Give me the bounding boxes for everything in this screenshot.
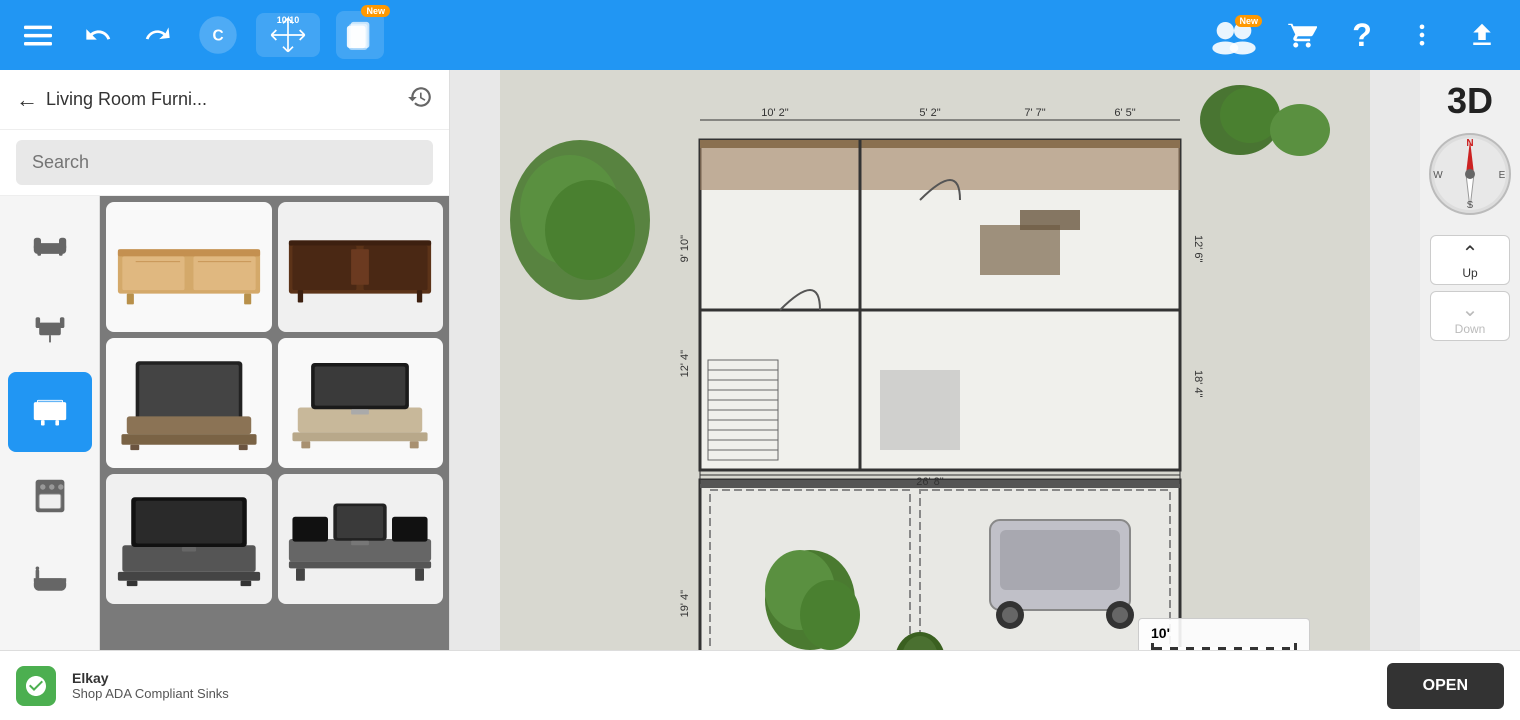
svg-text:10' 2": 10' 2" bbox=[761, 107, 789, 119]
search-input[interactable] bbox=[16, 140, 433, 185]
panel-header: ← Living Room Furni... bbox=[0, 70, 449, 130]
svg-text:19' 4": 19' 4" bbox=[679, 590, 691, 618]
left-panel: ← Living Room Furni... bbox=[0, 70, 450, 720]
item-card-5[interactable] bbox=[106, 474, 272, 604]
back-button[interactable]: ← bbox=[16, 87, 38, 113]
right-controls: 3D E W N S ⌃ Up ⌄ bbox=[1420, 70, 1520, 720]
svg-text:26' 8": 26' 8" bbox=[916, 476, 944, 488]
svg-text:S: S bbox=[1467, 200, 1474, 211]
history-button[interactable] bbox=[407, 84, 433, 116]
snap-button[interactable]: C bbox=[196, 13, 240, 57]
community-badge: New bbox=[1235, 15, 1262, 27]
upload-button[interactable] bbox=[1460, 13, 1504, 57]
item-card-4[interactable] bbox=[278, 338, 444, 468]
up-label: Up bbox=[1462, 266, 1477, 280]
item-card-3[interactable] bbox=[106, 338, 272, 468]
new-snap-button[interactable]: New bbox=[336, 11, 384, 59]
redo-button[interactable] bbox=[136, 13, 180, 57]
scale-label: 10' bbox=[1151, 625, 1170, 641]
view-3d-button[interactable]: 3D bbox=[1447, 80, 1493, 122]
more-button[interactable] bbox=[1400, 13, 1444, 57]
panel-title: Living Room Furni... bbox=[46, 89, 399, 110]
category-sofa[interactable] bbox=[8, 204, 92, 284]
compass: E W N S bbox=[1428, 132, 1512, 216]
undo-button[interactable] bbox=[76, 13, 120, 57]
ad-banner: Elkay Shop ADA Compliant Sinks OPEN bbox=[0, 650, 1520, 720]
floorplan-area[interactable]: 10' 2" 5' 2" 7' 7" 6' 5" 9' 10" 12' 4" 1… bbox=[450, 70, 1420, 720]
open-button[interactable]: OPEN bbox=[1387, 663, 1504, 709]
help-button[interactable]: ? bbox=[1340, 13, 1384, 57]
category-sidebar bbox=[0, 196, 100, 720]
menu-button[interactable] bbox=[16, 13, 60, 57]
ad-description: Shop ADA Compliant Sinks bbox=[72, 686, 1371, 701]
community-button[interactable]: New bbox=[1204, 13, 1264, 57]
category-bath[interactable] bbox=[8, 540, 92, 620]
category-appliance[interactable] bbox=[8, 456, 92, 536]
category-tv-stand[interactable] bbox=[8, 372, 92, 452]
new-badge: New bbox=[361, 5, 390, 17]
up-button[interactable]: ⌃ Up bbox=[1430, 235, 1510, 285]
cart-button[interactable] bbox=[1280, 13, 1324, 57]
ad-text: Elkay Shop ADA Compliant Sinks bbox=[72, 670, 1371, 701]
svg-text:5' 2": 5' 2" bbox=[919, 107, 940, 119]
snap-size-label: 10/10 bbox=[277, 15, 300, 25]
panel-content bbox=[0, 196, 449, 720]
svg-text:6' 5": 6' 5" bbox=[1114, 107, 1135, 119]
size-button[interactable]: 10/10 bbox=[256, 13, 320, 57]
ad-logo bbox=[16, 666, 56, 706]
svg-text:18' 4": 18' 4" bbox=[1192, 370, 1204, 398]
item-card-6[interactable] bbox=[278, 474, 444, 604]
down-button[interactable]: ⌄ Down bbox=[1430, 291, 1510, 341]
svg-text:E: E bbox=[1499, 170, 1506, 181]
down-label: Down bbox=[1455, 322, 1486, 336]
svg-text:N: N bbox=[1466, 138, 1473, 149]
toolbar: C 10/10 New bbox=[0, 0, 1520, 70]
main-area: ← Living Room Furni... bbox=[0, 70, 1520, 720]
svg-text:7' 7": 7' 7" bbox=[1024, 107, 1045, 119]
ad-brand: Elkay bbox=[72, 670, 1371, 686]
search-bar bbox=[0, 130, 449, 196]
svg-text:12' 6": 12' 6" bbox=[1192, 235, 1204, 263]
item-card-2[interactable] bbox=[278, 202, 444, 332]
svg-text:12' 4": 12' 4" bbox=[679, 350, 691, 378]
svg-text:W: W bbox=[1433, 170, 1443, 181]
svg-text:C: C bbox=[212, 28, 223, 45]
items-grid bbox=[100, 196, 449, 720]
svg-text:9' 10": 9' 10" bbox=[679, 235, 691, 263]
item-card-1[interactable] bbox=[106, 202, 272, 332]
category-dining[interactable] bbox=[8, 288, 92, 368]
